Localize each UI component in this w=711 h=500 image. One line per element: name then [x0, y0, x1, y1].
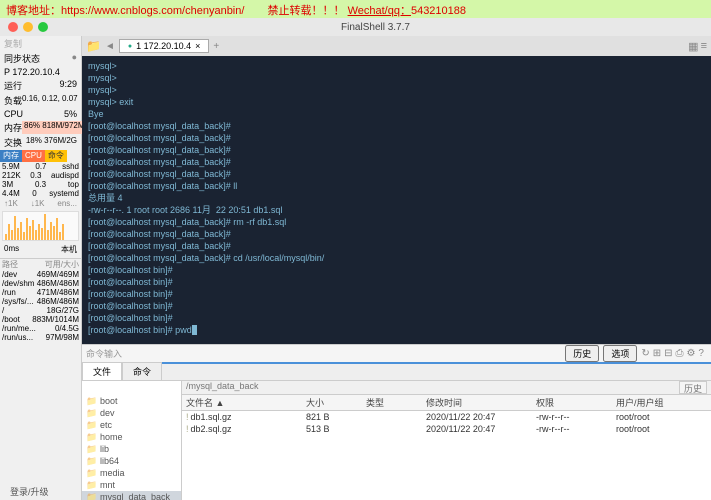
terminal-line: [root@localhost mysql_data_back]# [88, 228, 705, 240]
fs-row: /run/me...0/4.5G [0, 324, 81, 333]
close-tab-icon[interactable]: × [195, 41, 200, 51]
window-title: FinalShell 3.7.7 [48, 22, 703, 33]
file-list-panel: /mysql_data_back 历史 文件名 ▲ 大小 类型 修改时间 权限 … [182, 381, 711, 500]
terminal-line: [root@localhost bin]# [88, 300, 705, 312]
toolbar-icons[interactable]: ↻⊞⊟⎙⚙? [641, 348, 707, 359]
file-row[interactable]: !db2.sql.gz513 B2020/11/22 20:47-rw-r--r… [182, 423, 711, 435]
terminal-line: [root@localhost mysql_data_back]# rm -rf… [88, 216, 705, 228]
session-tab[interactable]: ● 1 172.20.10.4 × [119, 39, 210, 53]
terminal-line: [root@localhost mysql_data_back]# ll [88, 180, 705, 192]
tree-item[interactable]: mysql_data_back [82, 491, 181, 500]
tree-item[interactable]: etc [82, 419, 181, 431]
fs-row: /boot883M/1014M [0, 315, 81, 324]
terminal-line: [root@localhost bin]# [88, 312, 705, 324]
tree-item[interactable]: media [82, 467, 181, 479]
terminal-line: mysql> [88, 84, 705, 96]
fs-row: /dev/shm486M/486M [0, 279, 81, 288]
process-row: 5.9M0.7sshd [0, 162, 81, 171]
stat-tabs[interactable]: 内存 CPU 命令 [0, 150, 81, 162]
tab-commands[interactable]: 命令 [122, 362, 162, 380]
fs-row: /run471M/486M [0, 288, 81, 297]
mem-row: 内存86% 818M/972M [0, 120, 81, 135]
watermark-banner: 博客地址：https://www.cnblogs.com/chenyanbin/… [0, 0, 711, 18]
terminal-line: [root@localhost mysql_data_back]# [88, 156, 705, 168]
close-icon[interactable] [8, 22, 18, 32]
tab-files[interactable]: 文件 [82, 362, 122, 380]
fs-row: /dev469M/469M [0, 270, 81, 279]
terminal-line: [root@localhost bin]# pwd [88, 324, 705, 336]
terminal-line: [root@localhost bin]# [88, 264, 705, 276]
panel-tabs: 文件 命令 [82, 362, 711, 380]
terminal-line: 总用量 4 [88, 192, 705, 204]
terminal-line: [root@localhost mysql_data_back]# cd /us… [88, 252, 705, 264]
file-row[interactable]: !db1.sql.gz821 B2020/11/22 20:47-rw-r--r… [182, 411, 711, 423]
terminal-line: [root@localhost bin]# [88, 276, 705, 288]
status-dot-icon: ● [128, 43, 132, 50]
fs-row: /run/us...97M/98M [0, 333, 81, 342]
maximize-icon[interactable] [38, 22, 48, 32]
terminal-line: mysql> exit [88, 96, 705, 108]
list-icon[interactable]: ≡ [701, 40, 707, 53]
file-list-header[interactable]: 文件名 ▲ 大小 类型 修改时间 权限 用户/用户组 [182, 395, 711, 411]
terminal-line: [root@localhost mysql_data_back]# [88, 120, 705, 132]
tree-item[interactable]: lib64 [82, 455, 181, 467]
process-row: 212K0.3audispd [0, 171, 81, 180]
stats-sidebar: 复制 同步状态● P 172.20.10.4 运行9:29 负载0.16, 0.… [0, 36, 82, 500]
swap-row: 交换18% 376M/2G [0, 135, 81, 150]
copy-label[interactable]: 复制 [4, 37, 22, 50]
back-icon[interactable]: ◄ [105, 41, 115, 52]
terminal[interactable]: mysql>mysql>mysql>mysql> exitBye[root@lo… [82, 56, 711, 344]
tree-item[interactable]: mnt [82, 479, 181, 491]
process-row: 4.4M0systemd [0, 189, 81, 198]
minimize-icon[interactable] [23, 22, 33, 32]
folder-icon[interactable]: 📁 [86, 39, 101, 53]
terminal-line: [root@localhost mysql_data_back]# [88, 132, 705, 144]
fs-row: /18G/27G [0, 306, 81, 315]
process-row: 3M0.3top [0, 180, 81, 189]
login-link[interactable]: 登录/升级 [10, 485, 49, 498]
tree-item[interactable]: boot [82, 395, 181, 407]
folder-tree[interactable]: bootdevetchomeliblib64mediamntmysql_data… [82, 381, 182, 500]
terminal-line: Bye [88, 108, 705, 120]
command-input-bar: 命令输入 历史 选项 ↻⊞⊟⎙⚙? [82, 344, 711, 362]
window-titlebar: FinalShell 3.7.7 [0, 18, 711, 36]
path-bar[interactable]: /mysql_data_back 历史 [182, 381, 711, 395]
path-history-button[interactable]: 历史 [679, 381, 707, 394]
history-button[interactable]: 历史 [565, 345, 599, 362]
window-controls[interactable] [8, 22, 48, 32]
add-tab-icon[interactable]: + [213, 41, 219, 52]
terminal-line: [root@localhost mysql_data_back]# [88, 240, 705, 252]
fs-row: /sys/fs/...486M/486M [0, 297, 81, 306]
command-input[interactable]: 命令输入 [86, 347, 122, 360]
terminal-line: [root@localhost mysql_data_back]# [88, 168, 705, 180]
tree-item[interactable]: dev [82, 407, 181, 419]
ip-label: P 172.20.10.4 [4, 67, 60, 77]
sync-status: 同步状态 [4, 52, 40, 65]
session-tabbar: 📁 ◄ ● 1 172.20.10.4 × + ▦ ≡ [82, 36, 711, 56]
options-button[interactable]: 选项 [603, 345, 637, 362]
tree-item[interactable]: home [82, 431, 181, 443]
terminal-line: [root@localhost mysql_data_back]# [88, 144, 705, 156]
tree-item[interactable]: lib [82, 443, 181, 455]
terminal-line: -rw-r--r--. 1 root root 2686 11月 22 20:5… [88, 204, 705, 216]
terminal-line: mysql> [88, 60, 705, 72]
network-graph [2, 211, 79, 241]
terminal-line: [root@localhost bin]# [88, 288, 705, 300]
grid-icon[interactable]: ▦ [688, 40, 698, 53]
terminal-line: mysql> [88, 72, 705, 84]
